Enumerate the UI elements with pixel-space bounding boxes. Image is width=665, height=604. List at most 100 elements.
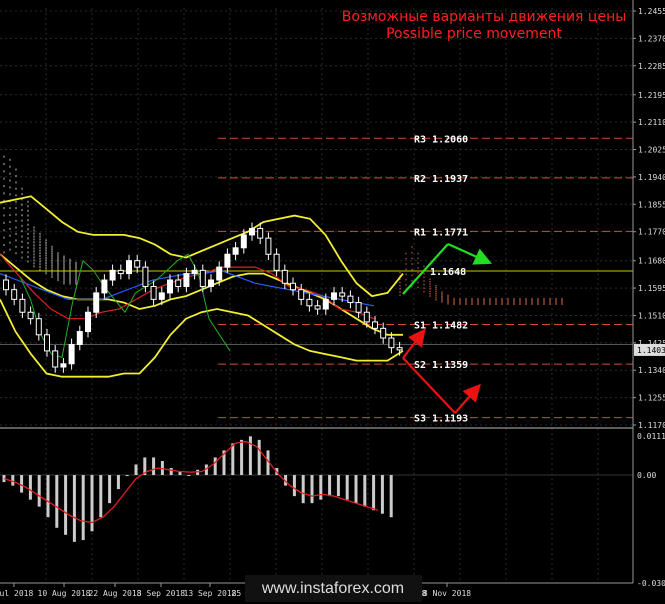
candle-body [240, 234, 247, 249]
macd-bar [125, 475, 129, 477]
macd-bar [37, 475, 41, 507]
macd-bar [152, 457, 156, 476]
price-tick-label: 1.2370 [638, 34, 665, 43]
macd-tick-label: 0.00 [637, 471, 656, 480]
price-tick-label: 1.2025 [638, 146, 665, 155]
level-label: S2 1.1359 [414, 360, 468, 371]
candle-body [175, 279, 182, 287]
candle-body [35, 318, 42, 336]
price-tick-label: 1.1770 [638, 228, 665, 237]
candle-body [306, 298, 313, 307]
macd-bar [134, 464, 138, 476]
price-tick-label: 1.1170 [638, 421, 665, 430]
candle-body [183, 273, 190, 287]
candle-body [208, 279, 214, 287]
candle-body [11, 289, 18, 300]
candle-body [322, 298, 329, 310]
macd-bar [20, 475, 24, 493]
candle-body [347, 295, 354, 304]
macd-bar [28, 475, 32, 500]
candle-body [339, 292, 346, 297]
macd-bar [72, 475, 76, 542]
macd-bar [301, 475, 305, 504]
candle-body [85, 311, 91, 333]
macd-bar [354, 475, 358, 504]
price-tick-label: 1.2195 [638, 91, 665, 100]
macd-bar [372, 475, 376, 511]
candle-body [380, 327, 387, 339]
candle-body [27, 311, 34, 320]
macd-bar [336, 475, 340, 497]
level-label: S3 1.1193 [414, 414, 468, 425]
candle-body [363, 311, 370, 323]
candle-body [3, 279, 9, 291]
time-tick-label: Jul 2018 [0, 589, 33, 598]
candle-body [298, 289, 305, 300]
candle-body [232, 247, 239, 255]
macd-bar [231, 443, 235, 476]
price-tick-label: 1.2285 [638, 62, 665, 71]
candle-body [331, 292, 337, 300]
level-label: S1 1.1482 [414, 320, 468, 331]
candle-body [257, 227, 264, 239]
current-price-label: 1.1403 [637, 346, 665, 355]
time-tick-label: 10 Aug 2018 [38, 589, 91, 598]
macd-tick-label: 0.01112 [637, 432, 665, 441]
candle-body [60, 363, 67, 368]
candle-body [109, 269, 116, 281]
macd-bar [108, 475, 112, 504]
candle-body [396, 347, 403, 351]
macd-bar [46, 475, 50, 518]
candle-body [150, 285, 157, 300]
candle-body [158, 292, 165, 300]
title-en: Possible price movement [386, 26, 562, 42]
candle-body [134, 260, 141, 268]
candle-body [68, 343, 75, 365]
macd-bar [310, 475, 314, 504]
time-tick-label: 3 Sep 2018 [137, 589, 185, 598]
macd-bar [363, 475, 367, 507]
macd-bar [328, 475, 332, 497]
price-tick-label: 1.1340 [638, 366, 665, 375]
macd-bar [319, 475, 323, 500]
macd-bar [292, 475, 296, 497]
macd-bar [257, 439, 261, 476]
candle-body [76, 331, 83, 345]
candle-body [273, 253, 280, 271]
price-tick-label: 1.1680 [638, 257, 665, 266]
candle-body [388, 337, 395, 349]
candle-body [372, 321, 378, 329]
forex-chart: R3 1.2060 R2 1.1937 R1 1.1771 1.1648 S1 1.14… [0, 0, 665, 604]
macd-bar [11, 475, 15, 486]
level-label: R1 1.1771 [414, 227, 468, 238]
candle-body [101, 279, 108, 294]
candle-body [44, 334, 50, 352]
macd-bar [248, 436, 252, 476]
macd-bar [55, 475, 59, 528]
candle-body [199, 269, 206, 287]
candle-body [314, 305, 321, 310]
macd-bar [99, 475, 103, 518]
macd-bar [389, 475, 393, 518]
macd-bar [380, 475, 384, 514]
candle-body [126, 260, 132, 275]
candle-body [355, 302, 362, 313]
macd-bar [81, 475, 85, 541]
level-label: 1.1648 [430, 267, 466, 278]
candle-body [117, 269, 124, 275]
time-tick-label: 22 Aug 2018 [89, 589, 142, 598]
svg-text:www.instaforex.com: www.instaforex.com [261, 580, 404, 597]
candle-body [19, 298, 26, 313]
macd-tick-label: -0.0307 [637, 579, 665, 588]
title-ru: Возможные варианты движения цены [342, 9, 627, 25]
candle-body [290, 282, 296, 291]
price-tick-label: 1.2455 [638, 7, 665, 16]
candle-body [93, 292, 100, 313]
macd-bar [187, 475, 191, 477]
price-tick-label: 1.2110 [638, 118, 665, 127]
candle-body [142, 266, 149, 287]
price-tick-label: 1.1940 [638, 173, 665, 182]
macd-bar [64, 475, 68, 535]
macd-bar [345, 475, 349, 500]
macd-bar [116, 475, 120, 490]
